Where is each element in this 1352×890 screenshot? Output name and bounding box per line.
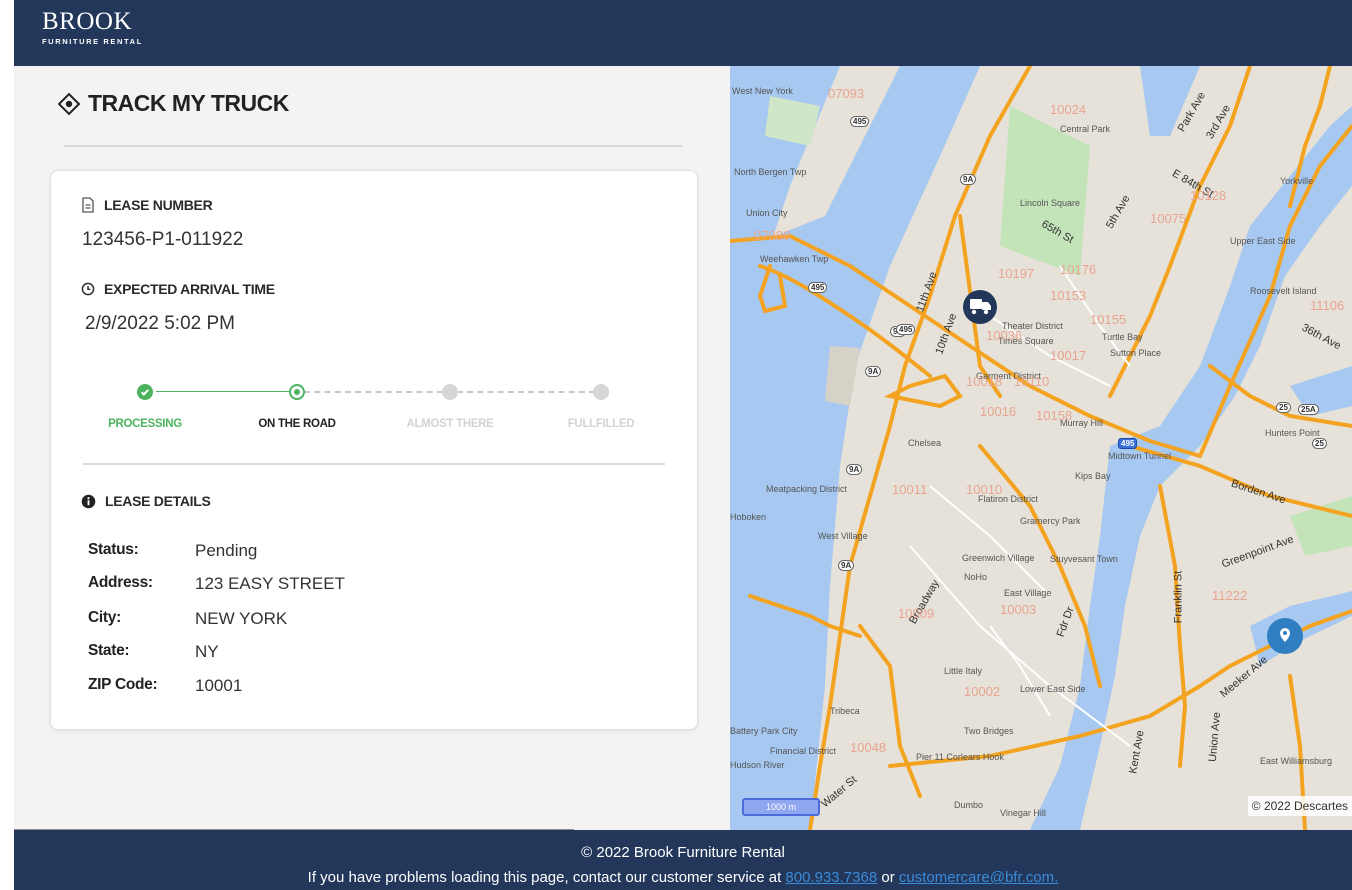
email-link[interactable]: customercare@bfr.com.	[899, 869, 1058, 886]
logo-sub-text: FURNITURE RENTAL	[42, 37, 143, 46]
shield-layer: 495 9A 495 9A 9A 9A 9A 495 25 25A 25 495	[730, 66, 1352, 830]
footer-help: If you have problems loading this page, …	[14, 869, 1352, 886]
clock-icon	[81, 282, 95, 296]
lease-card: LEASE NUMBER 123456-P1-011922 EXPECTED A…	[50, 170, 698, 730]
highway-shield: 495	[808, 282, 828, 293]
step-dot-fullfilled	[593, 384, 609, 400]
highway-shield: 25	[1312, 438, 1327, 449]
detail-key: ZIP Code:	[88, 676, 158, 693]
highway-shield: 9A	[838, 560, 855, 571]
highway-shield: 495	[850, 116, 870, 127]
step-label-fullfilled: FULLFILLED	[567, 418, 635, 430]
map-scale-bar: 1000 m	[742, 798, 820, 816]
arrival-value: 2/9/2022 5:02 PM	[85, 313, 235, 334]
tracking-panel: TRACK MY TRUCK LEASE NUMBER 123456-P1-01…	[14, 66, 730, 832]
highway-shield: 9A	[865, 366, 882, 377]
site-footer: © 2022 Brook Furniture Rental If you hav…	[14, 830, 1352, 890]
lease-details-label: LEASE DETAILS	[81, 493, 211, 509]
highway-shield: 495	[896, 324, 916, 335]
map-copyright: © 2022 Descartes	[1247, 796, 1352, 816]
progress-line-pending-1	[304, 391, 443, 393]
lease-number-label: LEASE NUMBER	[81, 197, 213, 213]
phone-link[interactable]: 800.933.7368	[785, 869, 877, 886]
highway-shield: 9A	[846, 464, 863, 475]
detail-value: Pending	[195, 541, 258, 560]
site-header: BROOK FURNITURE RENTAL	[14, 0, 1352, 66]
detail-value: 10001	[195, 676, 243, 695]
delivery-progress: PROCESSING ON THE ROAD ALMOST THERE FULL…	[91, 376, 651, 436]
highway-shield: 9A	[960, 174, 977, 185]
step-dot-on-the-road	[289, 384, 305, 400]
route-map[interactable]: West New York North Bergen Twp Union Cit…	[730, 66, 1352, 830]
detail-key: Status:	[88, 541, 139, 558]
step-label-processing: PROCESSING	[108, 418, 182, 430]
progress-line-done	[156, 391, 291, 392]
document-icon	[82, 197, 94, 213]
highway-shield: 25A	[1298, 404, 1319, 415]
step-dot-almost-there	[442, 384, 458, 400]
detail-key: Address:	[88, 574, 153, 591]
footer-help-text: If you have problems loading this page, …	[307, 869, 786, 886]
progress-line-pending-2	[457, 391, 595, 393]
page-title-text: TRACK MY TRUCK	[88, 90, 289, 116]
lease-number-label-text: LEASE NUMBER	[104, 197, 213, 213]
step-label-almost-there: ALMOST THERE	[406, 418, 494, 430]
arrival-label-text: EXPECTED ARRIVAL TIME	[104, 281, 275, 297]
footer-or-text: or	[877, 869, 899, 886]
title-divider	[64, 145, 682, 147]
detail-value: NEW YORK	[195, 609, 288, 628]
step-dot-processing	[137, 384, 153, 400]
check-icon	[140, 389, 149, 396]
detail-value: 123 EASY STREET	[195, 574, 345, 593]
brook-logo[interactable]: BROOK FURNITURE RENTAL	[42, 8, 143, 46]
highway-shield: 495	[1118, 438, 1138, 449]
step-label-on-the-road: ON THE ROAD	[258, 418, 336, 430]
detail-key: State:	[88, 642, 130, 659]
arrival-label: EXPECTED ARRIVAL TIME	[81, 281, 275, 297]
highway-shield: 25	[1276, 402, 1291, 413]
info-icon	[81, 494, 96, 508]
lease-details-label-text: LEASE DETAILS	[105, 493, 211, 509]
logo-main-text: BROOK	[42, 8, 133, 35]
page-title: TRACK MY TRUCK	[58, 90, 289, 117]
detail-key: City:	[88, 609, 121, 626]
card-divider	[83, 463, 665, 465]
target-icon	[58, 92, 80, 115]
footer-copyright: © 2022 Brook Furniture Rental	[581, 844, 785, 861]
detail-value: NY	[195, 642, 219, 661]
lease-number-value: 123456-P1-011922	[82, 229, 244, 250]
